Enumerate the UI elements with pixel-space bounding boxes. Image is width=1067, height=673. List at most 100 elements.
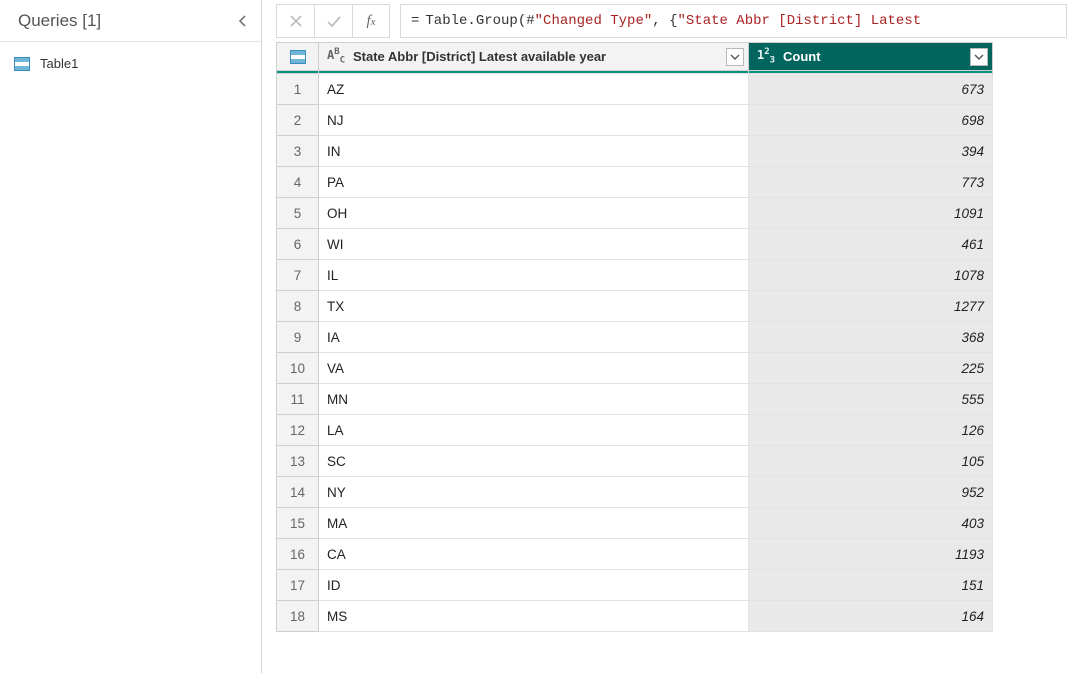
- formula-str2: "State Abbr [District] Latest: [677, 13, 921, 29]
- collapse-pane-icon[interactable]: [235, 13, 251, 29]
- filter-dropdown-button[interactable]: [970, 48, 988, 66]
- table-row[interactable]: 8TX1277: [277, 291, 993, 322]
- chevron-down-icon: [730, 53, 740, 61]
- table-row[interactable]: 7IL1078: [277, 260, 993, 291]
- chevron-down-icon: [974, 53, 984, 61]
- cell-state[interactable]: MS: [319, 601, 749, 632]
- cell-count[interactable]: 368: [749, 322, 993, 353]
- cell-state[interactable]: PA: [319, 167, 749, 198]
- row-number: 1: [277, 74, 319, 105]
- fx-button[interactable]: fx: [352, 4, 390, 38]
- formula-eq: =: [411, 13, 419, 29]
- formula-open: (#: [518, 13, 535, 29]
- cell-state[interactable]: WI: [319, 229, 749, 260]
- row-number: 17: [277, 570, 319, 601]
- cell-state[interactable]: IA: [319, 322, 749, 353]
- table-row[interactable]: 17ID151: [277, 570, 993, 601]
- cell-state[interactable]: CA: [319, 539, 749, 570]
- formula-bar: fx = Table.Group(#"Changed Type", {"Stat…: [262, 0, 1067, 42]
- cell-count[interactable]: 403: [749, 508, 993, 539]
- cell-count[interactable]: 673: [749, 74, 993, 105]
- row-number: 9: [277, 322, 319, 353]
- cell-state[interactable]: IN: [319, 136, 749, 167]
- table-row[interactable]: 14NY952: [277, 477, 993, 508]
- table-row[interactable]: 13SC105: [277, 446, 993, 477]
- formula-input[interactable]: = Table.Group(#"Changed Type", {"State A…: [400, 4, 1067, 38]
- table-row[interactable]: 12LA126: [277, 415, 993, 446]
- cell-state[interactable]: LA: [319, 415, 749, 446]
- row-number: 4: [277, 167, 319, 198]
- table-row[interactable]: 18MS164: [277, 601, 993, 632]
- table-icon: [290, 50, 306, 64]
- table-row[interactable]: 15MA403: [277, 508, 993, 539]
- formula-fn: Table.Group: [425, 13, 517, 29]
- cell-count[interactable]: 126: [749, 415, 993, 446]
- table-row[interactable]: 16CA1193: [277, 539, 993, 570]
- table-row[interactable]: 2NJ698: [277, 105, 993, 136]
- cell-count[interactable]: 394: [749, 136, 993, 167]
- cell-state[interactable]: OH: [319, 198, 749, 229]
- cell-count[interactable]: 698: [749, 105, 993, 136]
- cell-count[interactable]: 1078: [749, 260, 993, 291]
- cell-count[interactable]: 773: [749, 167, 993, 198]
- table-icon: [14, 57, 30, 71]
- queries-pane: Queries [1] Table1: [0, 0, 262, 673]
- filter-dropdown-button[interactable]: [726, 48, 744, 66]
- row-number: 15: [277, 508, 319, 539]
- queries-title: Queries [1]: [18, 11, 101, 31]
- cell-state[interactable]: ID: [319, 570, 749, 601]
- cell-state[interactable]: NJ: [319, 105, 749, 136]
- row-number: 2: [277, 105, 319, 136]
- row-number: 3: [277, 136, 319, 167]
- table-scroll[interactable]: ABC State Abbr [District] Latest availab…: [262, 42, 1067, 673]
- cell-state[interactable]: VA: [319, 353, 749, 384]
- row-number: 5: [277, 198, 319, 229]
- cell-count[interactable]: 164: [749, 601, 993, 632]
- table-row[interactable]: 6WI461: [277, 229, 993, 260]
- row-number: 7: [277, 260, 319, 291]
- cell-count[interactable]: 225: [749, 353, 993, 384]
- table-row[interactable]: 1AZ673: [277, 74, 993, 105]
- cell-state[interactable]: MA: [319, 508, 749, 539]
- main-area: fx = Table.Group(#"Changed Type", {"Stat…: [262, 0, 1067, 673]
- data-table: ABC State Abbr [District] Latest availab…: [276, 42, 993, 632]
- cell-count[interactable]: 555: [749, 384, 993, 415]
- cell-count[interactable]: 461: [749, 229, 993, 260]
- column-header-state[interactable]: ABC State Abbr [District] Latest availab…: [319, 43, 749, 71]
- cancel-formula-button[interactable]: [276, 4, 314, 38]
- text-type-icon: ABC: [325, 47, 347, 65]
- cell-state[interactable]: AZ: [319, 74, 749, 105]
- cell-count[interactable]: 952: [749, 477, 993, 508]
- row-number: 18: [277, 601, 319, 632]
- queries-header: Queries [1]: [0, 0, 261, 42]
- cell-count[interactable]: 1277: [749, 291, 993, 322]
- column-header-count[interactable]: 123 Count: [749, 43, 993, 71]
- table-row[interactable]: 10VA225: [277, 353, 993, 384]
- table-corner-button[interactable]: [277, 43, 319, 71]
- row-number: 14: [277, 477, 319, 508]
- cell-count[interactable]: 151: [749, 570, 993, 601]
- row-number: 12: [277, 415, 319, 446]
- x-icon: [289, 14, 303, 28]
- row-number: 10: [277, 353, 319, 384]
- row-number: 6: [277, 229, 319, 260]
- row-number: 16: [277, 539, 319, 570]
- cell-count[interactable]: 105: [749, 446, 993, 477]
- cell-state[interactable]: TX: [319, 291, 749, 322]
- table-row[interactable]: 3IN394: [277, 136, 993, 167]
- formula-str1: "Changed Type": [535, 13, 653, 29]
- cell-state[interactable]: MN: [319, 384, 749, 415]
- cell-state[interactable]: SC: [319, 446, 749, 477]
- cell-state[interactable]: NY: [319, 477, 749, 508]
- confirm-formula-button[interactable]: [314, 4, 352, 38]
- cell-count[interactable]: 1193: [749, 539, 993, 570]
- query-item-table1[interactable]: Table1: [0, 52, 261, 75]
- row-number: 13: [277, 446, 319, 477]
- number-type-icon: 123: [755, 47, 777, 65]
- table-row[interactable]: 4PA773: [277, 167, 993, 198]
- cell-state[interactable]: IL: [319, 260, 749, 291]
- table-row[interactable]: 11MN555: [277, 384, 993, 415]
- cell-count[interactable]: 1091: [749, 198, 993, 229]
- table-row[interactable]: 5OH1091: [277, 198, 993, 229]
- table-row[interactable]: 9IA368: [277, 322, 993, 353]
